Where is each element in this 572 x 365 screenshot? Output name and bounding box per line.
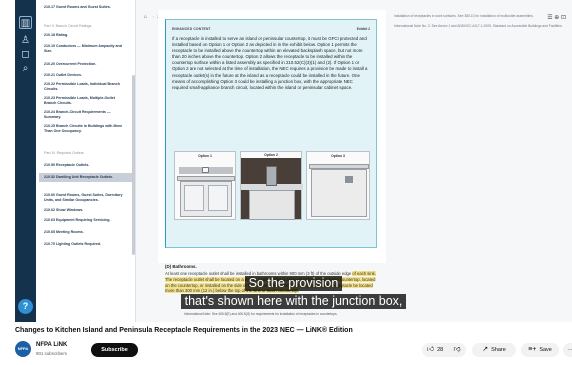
cabinet-door (208, 185, 228, 211)
enhanced-content-box: ENHANCED CONTENT Exhibit 2 If a receptac… (165, 19, 377, 248)
youtube-watch-page: ▥ ♙ ◻ ⌕ ? 210.17 Guest Rooms and Guest S… (0, 0, 572, 365)
popup-receptacle-shape (266, 166, 277, 186)
toc-scrollbar (132, 75, 135, 255)
toc-item[interactable]: 210.65 Meeting Rooms. (44, 230, 128, 235)
toc-item[interactable]: 210.60 Guest Rooms, Guest Suites, Dormit… (44, 193, 128, 202)
toc-item[interactable]: 210.62 Show Windows. (44, 208, 128, 213)
enhanced-content-body: If a receptacle is installed to serve an… (172, 36, 368, 90)
toc-item[interactable]: 210.23 Permissible Loads, Multiple-Outle… (44, 96, 128, 105)
side-notes: installation of receptacles in work surf… (394, 14, 564, 33)
option-3-label: Option 3 (331, 154, 345, 158)
junction-box-shape (345, 176, 353, 183)
toc-part-heading: Part III. Required Outlets (44, 151, 84, 155)
bathrooms-heading: (D) Bathrooms. (165, 264, 197, 269)
search-icon: ⌕ (22, 63, 29, 74)
side-note: installation of receptacles in work surf… (394, 14, 534, 18)
like-button[interactable]: 👍︎ 28 (422, 343, 448, 357)
toc-item[interactable]: 210.52 Dwelling Unit Receptacle Outlets. (39, 173, 133, 182)
bookmark-icon: ◻ (21, 49, 30, 60)
cabinet-shape (249, 190, 295, 220)
video-caption: So the provision that's shown here with … (15, 274, 572, 310)
subscriber-count: 901 subscribers (36, 351, 67, 356)
thumbs-up-icon: 👍︎ (426, 346, 435, 353)
channel-name[interactable]: NFPA LiNK (36, 342, 67, 348)
save-button[interactable]: ≡+ Save (521, 343, 559, 357)
toc-item[interactable]: 210.70 Lighting Outlets Required. (44, 242, 128, 247)
channel-avatar[interactable]: NFPA (15, 341, 31, 357)
dislike-button[interactable]: 👎︎ (448, 343, 466, 357)
share-icon: ↗ (482, 346, 489, 353)
enhanced-content-title: ENHANCED CONTENT (172, 27, 211, 31)
toc-item[interactable]: 210.20 Overcurrent Protection. (44, 62, 128, 67)
option-2-illustration: Option 2 (240, 151, 303, 220)
save-playlist-icon: ≡+ (528, 346, 537, 353)
cabinet-door (184, 185, 204, 211)
caption-line-1: So the provision (244, 276, 343, 291)
more-actions-button[interactable]: ··· (563, 343, 572, 357)
more-icon: ··· (567, 347, 572, 353)
like-count: 28 (437, 347, 444, 353)
share-button[interactable]: ↗ Share (472, 343, 516, 357)
toc-item[interactable]: 210.21 Outlet Devices. (44, 73, 128, 78)
option-1-label: Option 1 (198, 154, 212, 158)
option-2-label: Option 2 (241, 152, 301, 158)
home-icon: ⌂ (144, 14, 148, 20)
page-gutter (0, 0, 15, 322)
toc-item[interactable]: 210.17 Guest Rooms and Guest Suites. (44, 5, 128, 10)
cabinet-shape (311, 169, 367, 217)
caption-line-2: that's shown here with the junction box, (180, 294, 407, 309)
option-3-illustration: Option 3 (306, 151, 370, 220)
toc-item[interactable]: 210.50 Receptacle Outlets. (44, 163, 128, 168)
toc-item[interactable]: 210.24 Branch-Circuit Requirements — Sum… (44, 110, 128, 119)
toc-item[interactable]: 210.25 Branch Circuits in Buildings with… (44, 124, 128, 133)
person-icon: ♙ (21, 35, 30, 46)
exhibit-tag: Exhibit 2 (356, 27, 370, 31)
toc-item[interactable]: 210.63 Equipment Requiring Servicing. (44, 218, 128, 223)
toc-part-heading: Part II. Branch Circuit Ratings (44, 24, 92, 28)
option-1-illustration: Option 1 (174, 151, 236, 220)
video-title: Changes to Kitchen Island and Peninsula … (15, 327, 353, 334)
book-icon: ▥ (19, 16, 32, 29)
toc-item[interactable]: 210.22 Permissible Loads, Individual Bra… (44, 82, 128, 91)
side-note: Informational Note No. 2: See Annex J an… (394, 23, 563, 28)
thumbs-down-icon: 👎︎ (453, 346, 461, 353)
toc-item[interactable]: 210.18 Rating. (44, 33, 128, 38)
informational-note: Informational Note: See 406.5(E) and 406… (184, 312, 338, 316)
receptacle-icon (202, 167, 209, 173)
toc-item[interactable]: 210.19 Conductors — Minimum Ampacity and… (44, 44, 128, 53)
subscribe-button[interactable]: Subscribe (91, 343, 138, 357)
video-player[interactable]: ▥ ♙ ◻ ⌕ ? 210.17 Guest Rooms and Guest S… (15, 0, 572, 322)
